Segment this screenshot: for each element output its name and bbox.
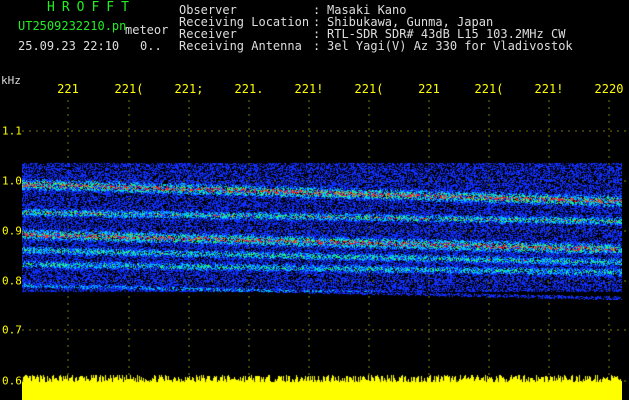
x-tick-label: 2220 <box>594 82 624 96</box>
x-tick-label: 221 <box>57 82 79 96</box>
amplitude-bar <box>22 370 622 400</box>
x-tick-label: 221! <box>294 82 324 96</box>
x-tick-label: 221. <box>234 82 264 96</box>
y-tick-label: 0.7 <box>2 323 22 337</box>
y-tick-label: 1.1 <box>2 124 22 138</box>
capture-datetime: 25.09.23 22:10 <box>18 39 120 53</box>
meta-separator: : <box>313 39 321 53</box>
file-type-label: meteor <box>125 23 169 37</box>
x-tick-label: 221; <box>174 82 204 96</box>
file-name: UT2509232210.pn <box>18 19 127 33</box>
x-tick-label: 221( <box>114 82 144 96</box>
x-tick-label: 221 <box>418 82 440 96</box>
x-tick-label: 221( <box>474 82 504 96</box>
x-tick-label: 221( <box>354 82 384 96</box>
y-axis-unit: kHz <box>1 74 21 87</box>
y-tick-label: 1.0 <box>2 174 22 188</box>
y-tick-label: 0.9 <box>2 224 22 238</box>
meta-value-antenna: 3el Yagi(V) Az 330 for Vladivostok <box>327 39 573 53</box>
capture-flag: 0.. <box>140 39 162 53</box>
y-tick-label: 0.6 <box>2 374 22 388</box>
spectrogram-waterfall <box>22 100 622 300</box>
app-brand: HROFFT <box>47 0 136 15</box>
meta-label-antenna: Receiving Antenna <box>179 39 302 53</box>
y-tick-label: 0.8 <box>2 274 22 288</box>
x-tick-label: 221! <box>534 82 564 96</box>
